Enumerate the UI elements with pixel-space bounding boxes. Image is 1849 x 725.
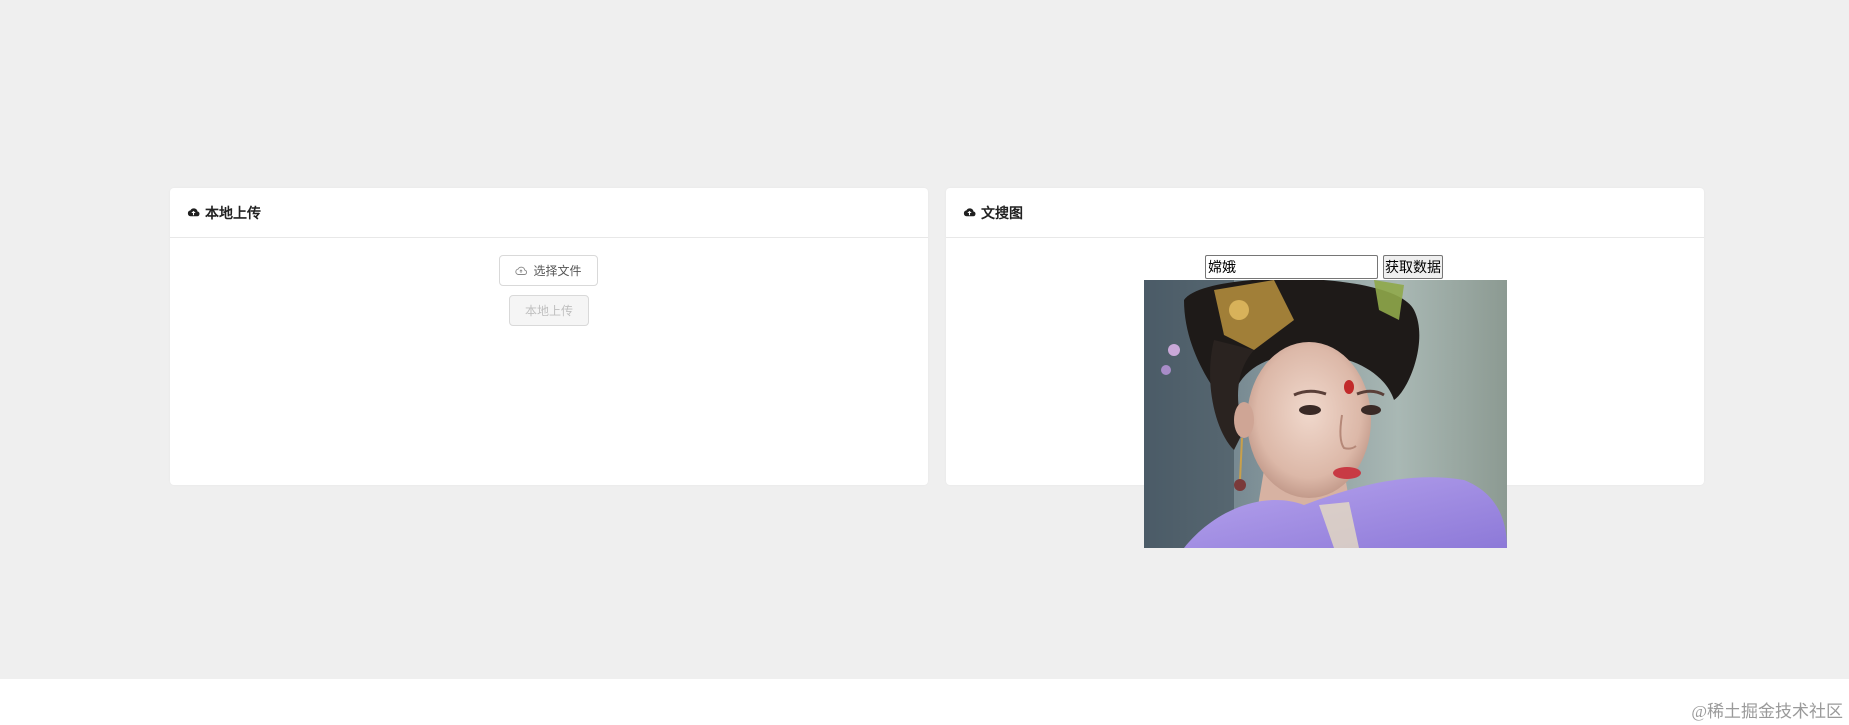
- local-upload-label: 本地上传: [524, 304, 573, 318]
- cloud-icon: [515, 266, 528, 275]
- select-file-label: 选择文件: [533, 264, 582, 278]
- cloud-upload-icon: [963, 208, 976, 217]
- search-input[interactable]: [1205, 255, 1378, 279]
- upload-card: 本地上传 选择文件 本地上传: [170, 188, 928, 485]
- select-file-button[interactable]: 选择文件: [499, 255, 598, 286]
- portrait-image: [1144, 280, 1507, 548]
- search-card-header: 文搜图: [946, 188, 1704, 238]
- watermark: @稀土掘金技术社区: [1691, 702, 1843, 721]
- fetch-data-button[interactable]: 获取数据: [1383, 255, 1443, 279]
- search-card-title: 文搜图: [981, 204, 1023, 221]
- upload-card-header: 本地上传: [170, 188, 928, 238]
- cloud-upload-icon: [187, 208, 200, 217]
- upload-card-title: 本地上传: [205, 204, 261, 221]
- result-image: [1144, 280, 1507, 548]
- local-upload-button[interactable]: 本地上传: [509, 295, 589, 326]
